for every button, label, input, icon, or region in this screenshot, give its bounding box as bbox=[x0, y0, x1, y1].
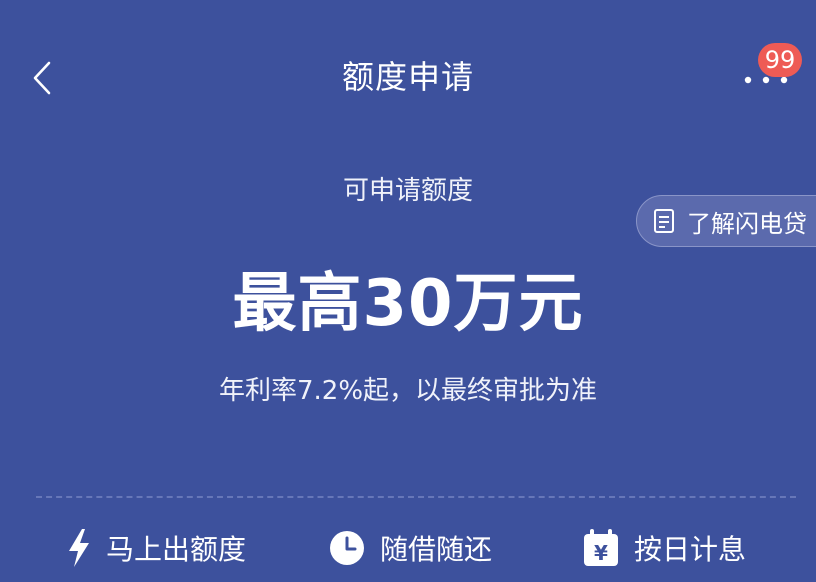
dashed-divider bbox=[36, 496, 796, 498]
feature-label: 随借随还 bbox=[380, 533, 493, 566]
clock-icon bbox=[330, 531, 364, 565]
calendar-yen-icon: ¥ bbox=[584, 529, 618, 566]
feature-label: 按日计息 bbox=[634, 533, 747, 566]
limit-amount: 最高30万元 bbox=[232, 267, 584, 341]
available-limit-label: 可申请额度 bbox=[342, 176, 473, 206]
feature-fast-approval: 马上出额度 bbox=[66, 520, 246, 576]
page-title: 额度申请 bbox=[341, 58, 474, 96]
document-icon bbox=[654, 209, 674, 233]
more-dots-icon bbox=[744, 76, 788, 84]
lightning-icon bbox=[69, 529, 89, 567]
learn-more-label: 了解闪电贷 bbox=[687, 209, 807, 238]
feature-label: 马上出额度 bbox=[106, 533, 247, 566]
feature-flexible-repay: 随借随还 bbox=[328, 520, 492, 576]
notification-badge: 99 bbox=[758, 43, 802, 77]
feature-list: 马上出额度 随借随还 ¥ 按日计息 bbox=[0, 520, 816, 576]
svg-text:¥: ¥ bbox=[594, 541, 608, 565]
more-menu-button[interactable]: 99 bbox=[730, 40, 802, 100]
interest-rate-note: 年利率7.2%起，以最终审批为准 bbox=[218, 376, 598, 406]
feature-daily-interest: ¥ 按日计息 bbox=[582, 520, 746, 576]
top-bar: 额度申请 99 bbox=[0, 0, 816, 150]
